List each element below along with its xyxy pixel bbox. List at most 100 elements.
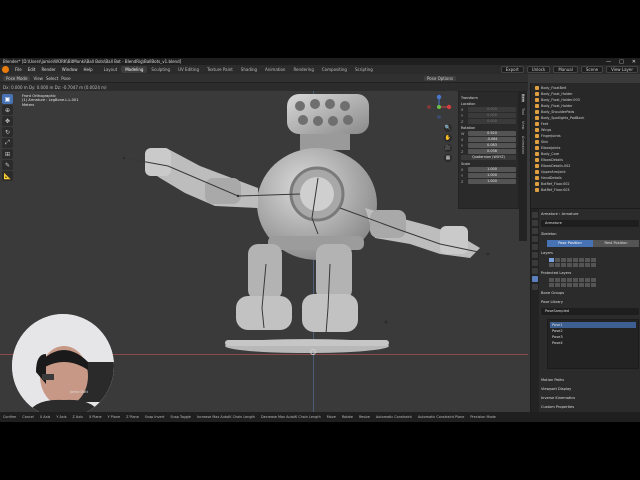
skeleton-panel-header[interactable]: Skeleton [541,231,639,238]
move-tool[interactable]: ✥ [2,116,13,126]
camera-button[interactable]: 🎥 [444,144,452,152]
custom-properties-panel-header[interactable]: Custom Properties [541,404,639,411]
bone-tab-icon[interactable] [532,284,538,290]
blender-window: Blender* [D:\Users\jamie\WORK\BitMonki\B… [0,58,640,422]
location-y-row: Y 0.000 [461,113,516,118]
scene-selector[interactable]: Scene [580,66,604,73]
rotation-mode-dropdown[interactable]: Quaternion (WXYZ) [461,155,516,160]
ortho-toggle-button[interactable]: ▦ [444,154,452,162]
bone-layers-grid[interactable] [549,258,639,267]
protected-layers-label: Protected Layers [541,271,572,275]
properties-tabs [531,209,539,422]
measure-tool[interactable]: 📐 [2,171,13,181]
armature-data-tab-icon[interactable] [532,276,538,282]
rotation-x-row: X -0.064 [461,137,516,142]
manual-chip[interactable]: Manual [553,66,578,73]
object-tab-icon[interactable] [532,260,538,266]
mesh-icon [535,170,539,174]
tab-item[interactable]: Item [521,94,525,103]
rotate-tool[interactable]: ↻ [2,127,13,137]
tool-shelf: ▣ ⊕ ✥ ↻ ⤢ ⊞ ✎ 📐 [2,94,13,181]
mesh-icon [535,164,539,168]
transform-tool[interactable]: ⊞ [2,149,13,159]
rotate-icon: ↻ [4,128,11,136]
status-bar: Confirm Cancel X Axis Y Axis Z Axis X Pl… [0,412,640,422]
cursor-tool[interactable]: ⊕ [2,105,13,115]
motion-paths-panel-header[interactable]: Motion Paths [541,377,639,384]
properties-breadcrumb: Armature › Armature [541,212,579,216]
status-item: Z Axis [72,415,83,419]
protected-layers-grid[interactable] [549,278,639,287]
view-nav-buttons: 🔍 ✋ 🎥 ▦ [444,124,452,162]
status-item: Rotate [341,415,353,419]
status-item: Increase Max AutoIK Chain Length [196,415,256,419]
unlock-chip[interactable]: Unlock [526,66,551,73]
status-item: Y Plane [107,415,121,419]
status-item: Confirm [3,415,17,419]
rotation-y-field[interactable]: 0.083 [468,143,516,148]
location-z-field[interactable]: 0.000 [468,119,516,124]
scene-tab-icon[interactable] [532,244,538,250]
view-layer-selector[interactable]: View Layer [606,66,638,73]
mesh-icon [535,182,539,186]
scale-x-row: X 1.000 [461,167,516,172]
rest-position-button[interactable]: Rest Position [593,240,639,247]
location-x-field[interactable]: 0.000 [468,107,516,112]
scale-y-field[interactable]: 1.000 [468,173,516,178]
select-box-tool[interactable]: ▣ [2,94,13,104]
rotation-z-field[interactable]: 0.036 [468,149,516,154]
pose-position-button[interactable]: Pose Position [547,240,593,247]
rotation-x-field[interactable]: -0.064 [468,137,516,142]
scale-y-row: Y 1.000 [461,173,516,178]
tool-tab-icon[interactable] [532,212,538,218]
rotation-mode-row: Quaternion (WXYZ) [461,155,516,160]
modifier-tab-icon[interactable] [532,268,538,274]
pose-library-name-field[interactable]: PoseSampled [541,308,639,315]
pose-library-panel-header[interactable]: Pose Library [541,299,639,306]
bone-groups-panel-header[interactable]: Bone Groups [541,290,639,297]
world-tab-icon[interactable] [532,252,538,258]
navigation-gizmo[interactable] [426,94,452,120]
scale-tool[interactable]: ⤢ [2,138,13,148]
webcam-overlay: Jamie Dutt [12,314,114,418]
mesh-icon [535,98,539,102]
transform-title: Transform [461,96,478,100]
mesh-icon [535,116,539,120]
sidebar-transform-panel: Transform Location X 0.000 Y 0.000 Z 0.000 … [458,91,519,209]
hand-icon: ✋ [444,135,452,141]
location-y-field[interactable]: 0.000 [468,113,516,118]
camera-icon: 🎥 [444,145,452,151]
scale-z-row: Z 1.000 [461,179,516,184]
annotate-tool[interactable]: ✎ [2,160,13,170]
output-tab-icon[interactable] [532,228,538,234]
render-tab-icon[interactable] [532,220,538,226]
scale-x-field[interactable]: 1.000 [468,167,516,172]
layers-label: Layers [541,251,553,255]
mesh-icon [535,176,539,180]
mesh-icon [535,110,539,114]
view-layer-tab-icon[interactable] [532,236,538,242]
outliner-row[interactable]: BotRef_Floor.003 [535,187,638,193]
pose-position-toggle: Pose Position Rest Position [547,240,639,247]
list-item[interactable]: Pose4 [550,340,636,346]
tab-animation-sidebar[interactable]: Animation [521,136,525,154]
tab-tool[interactable]: Tool [521,108,525,115]
scale-z-field[interactable]: 1.000 [468,179,516,184]
status-item: X Axis [39,415,51,419]
sidebar-tabs: Item Tool View Animation [519,91,527,241]
status-item: Snap Toggle [170,415,191,419]
rotation-w-row: W 0.920 [461,131,516,136]
right-leg [316,244,352,300]
inverse-kinematics-panel-header[interactable]: Inverse Kinematics [541,395,639,402]
tab-view[interactable]: View [521,121,525,130]
measure-icon: 📐 [3,172,12,180]
location-z-row: Z 0.000 [461,119,516,124]
viewport-display-panel-header[interactable]: Viewport Display [541,386,639,393]
zoom-button[interactable]: 🔍 [444,124,452,132]
rotation-w-field[interactable]: 0.920 [468,131,516,136]
status-item: Cancel [22,415,34,419]
armature-name-field[interactable]: Armature [541,220,639,227]
webcam-caption: Jamie Dutt [70,390,88,394]
mesh-icon [535,122,539,126]
pan-button[interactable]: ✋ [444,134,452,142]
